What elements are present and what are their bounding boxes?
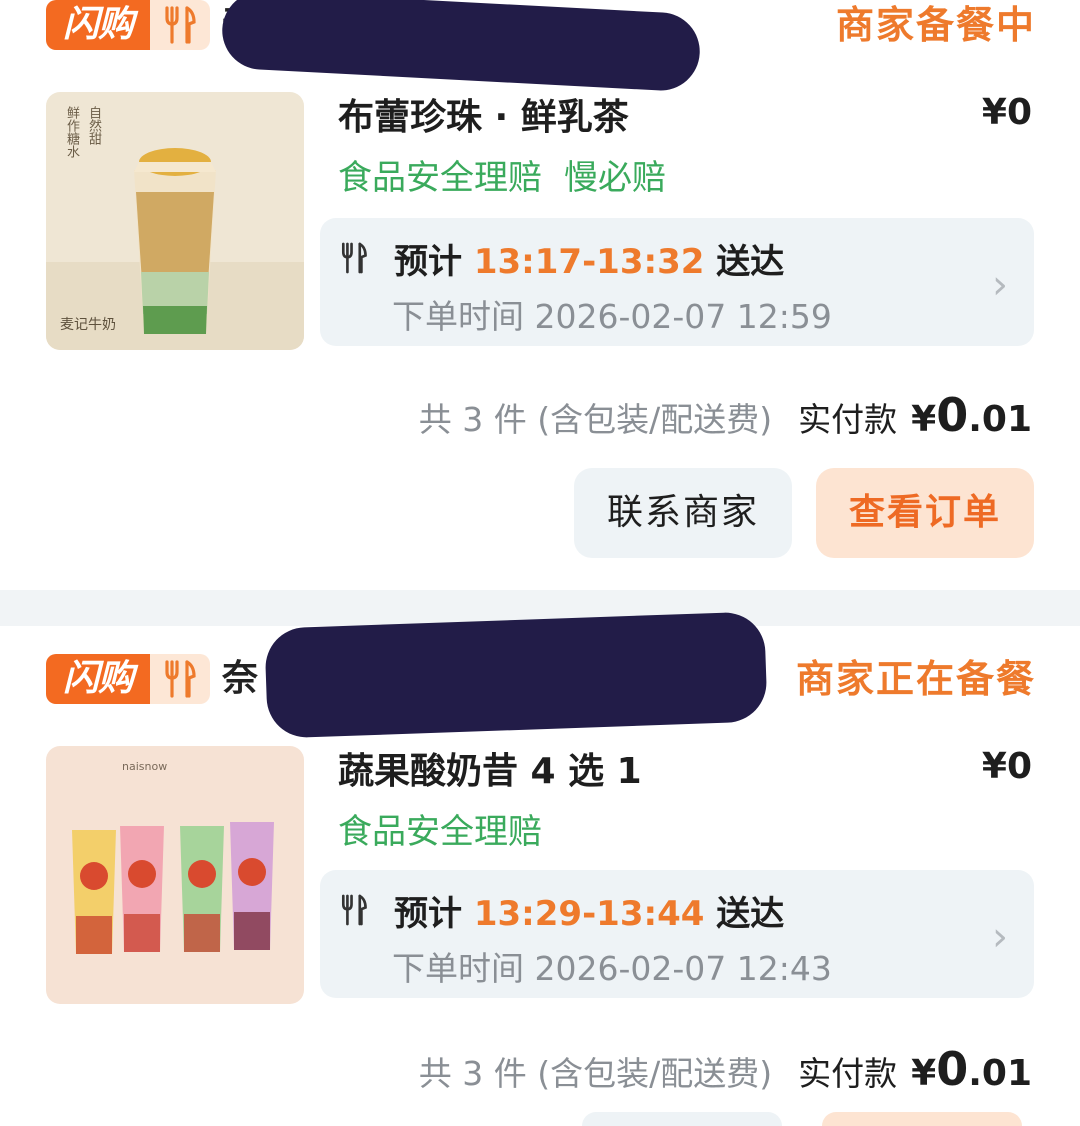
- fork-knife-icon: [340, 894, 368, 930]
- order-card: 闪购 奈 商家正在备餐 naisnow 蔬果酸奶昔 4 选 1 ¥0 食品安全理…: [0, 611, 1080, 1122]
- contact-merchant-button[interactable]: 联系商家: [574, 468, 792, 558]
- chevron-right-icon: ›: [992, 914, 1008, 960]
- product-price: ¥0: [981, 92, 1032, 133]
- shop-name[interactable]: 奈: [222, 654, 258, 704]
- eta-suffix: 送达: [716, 242, 785, 282]
- guarantee-tags: 食品安全理赔: [338, 804, 564, 853]
- guarantee-food-safety: 食品安全理赔: [338, 158, 542, 198]
- paid-label: 实付款: [798, 400, 898, 439]
- view-order-button[interactable]: 查看订单: [816, 468, 1034, 558]
- fork-knife-icon: [340, 242, 368, 278]
- product-image[interactable]: naisnow: [46, 746, 304, 1004]
- eta-prefix: 预计: [394, 242, 462, 282]
- eta-text: 预计 13:29-13:44 送达: [394, 886, 784, 935]
- payment-summary: 共 3 件 (含包装/配送费) 实付款 ¥0.01: [419, 1042, 1032, 1096]
- eta-suffix: 送达: [716, 894, 785, 934]
- delivery-eta-panel[interactable]: 预计 13:29-13:44 送达 下单时间 2026-02-07 12:43 …: [320, 870, 1034, 998]
- delivery-eta-panel[interactable]: 预计 13:17-13:32 送达 下单时间 2026-02-07 12:59 …: [320, 218, 1034, 346]
- fork-knife-icon: [150, 654, 210, 704]
- paid-amount: ¥0.01: [911, 388, 1032, 442]
- order-header: 闪购 奈 商家正在备餐: [46, 611, 1036, 739]
- guarantee-tags: 食品安全理赔 慢必赔: [338, 150, 688, 199]
- product-price: ¥0: [981, 746, 1032, 787]
- order-time: 下单时间 2026-02-07 12:43: [392, 949, 832, 988]
- order-header: 闪购 麦 商家备餐中: [46, 0, 1036, 93]
- chevron-right-icon: ›: [992, 262, 1008, 308]
- eta-text: 预计 13:17-13:32 送达: [394, 234, 784, 283]
- product-image[interactable]: 自然甜 鲜作糖水 麦记牛奶: [46, 92, 304, 350]
- paid-amount: ¥0.01: [911, 1042, 1032, 1096]
- flash-buy-badge: 闪购: [46, 0, 150, 50]
- guarantee-food-safety: 食品安全理赔: [338, 812, 542, 852]
- thumb-slogan: 自然甜: [86, 106, 101, 145]
- thumb-slogan-2: 鲜作糖水: [64, 106, 79, 158]
- order-status: 商家正在备餐: [795, 657, 1036, 701]
- product-name[interactable]: 蔬果酸奶昔 4 选 1: [338, 742, 642, 794]
- item-count: 共 3 件 (含包装/配送费): [418, 1054, 773, 1093]
- fork-knife-icon: [150, 0, 210, 50]
- thumb-brand: naisnow: [122, 760, 168, 773]
- flash-buy-badge: 闪购: [46, 654, 150, 704]
- contact-merchant-button[interactable]: [582, 1112, 782, 1126]
- order-card: 闪购 麦 商家备餐中 自然甜 鲜作糖水 麦记牛奶 布蕾珍珠 · 鲜乳茶 ¥0 食…: [0, 0, 1080, 590]
- redaction-mark: [220, 0, 702, 93]
- eta-time: 13:17-13:32: [473, 242, 705, 282]
- order-time: 下单时间 2026-02-07 12:59: [392, 297, 832, 336]
- guarantee-late-compensation: 慢必赔: [564, 158, 666, 198]
- order-status: 商家备餐中: [835, 3, 1036, 47]
- payment-summary: 共 3 件 (含包装/配送费) 实付款 ¥0.01: [419, 388, 1032, 442]
- paid-label: 实付款: [798, 1054, 898, 1093]
- thumb-brand: 麦记牛奶: [60, 317, 116, 333]
- eta-prefix: 预计: [394, 894, 462, 934]
- eta-time: 13:29-13:44: [473, 894, 705, 934]
- product-name[interactable]: 布蕾珍珠 · 鲜乳茶: [338, 88, 629, 140]
- view-order-button[interactable]: [822, 1112, 1022, 1126]
- item-count: 共 3 件 (含包装/配送费): [418, 400, 773, 439]
- redaction-mark: [264, 611, 768, 739]
